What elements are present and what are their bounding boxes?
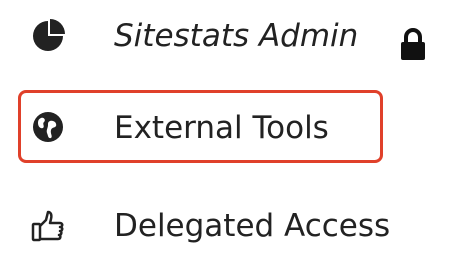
menu-item-label: Delegated Access — [114, 208, 391, 244]
menu-item-external-tools[interactable]: External Tools — [0, 96, 471, 156]
lock-icon — [398, 27, 428, 61]
tool-menu: Sitestats Admin External Tools Delegated… — [0, 0, 471, 244]
pie-chart-icon — [30, 18, 66, 54]
menu-item-delegated-access[interactable]: Delegated Access — [0, 196, 471, 256]
menu-item-label: Sitestats Admin — [114, 18, 359, 54]
thumbs-up-icon — [30, 208, 66, 244]
menu-item-label: External Tools — [114, 110, 329, 146]
globe-icon — [30, 109, 66, 145]
menu-item-sitestats-admin[interactable]: Sitestats Admin — [0, 6, 471, 66]
